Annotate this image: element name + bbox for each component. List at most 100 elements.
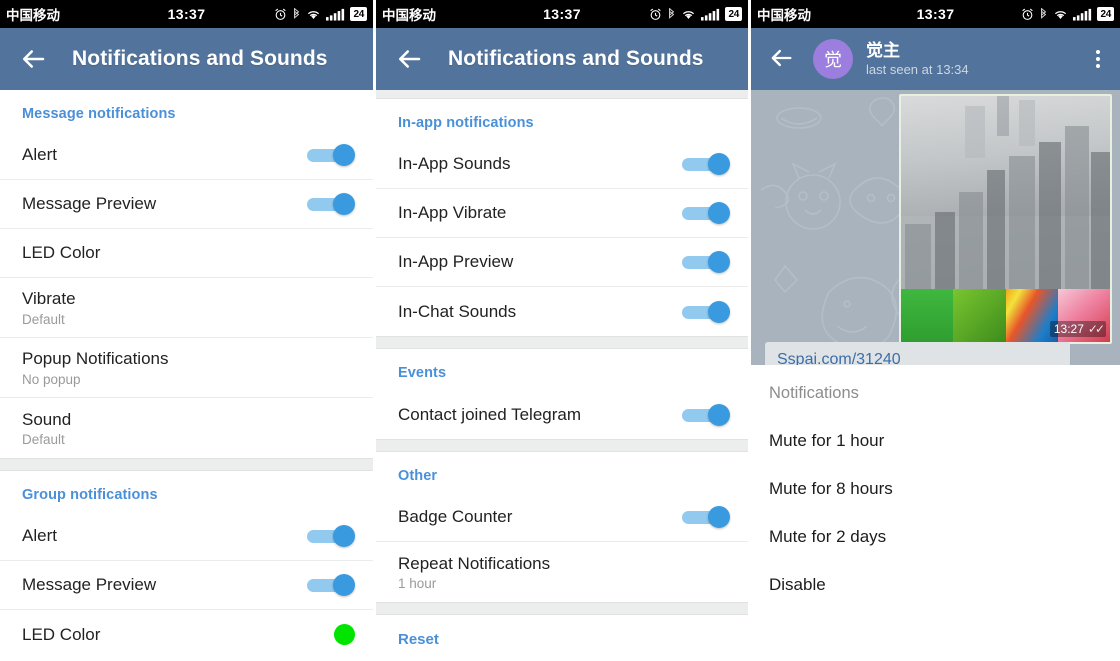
city-photo[interactable] — [901, 96, 1110, 289]
thumbnail-1[interactable] — [901, 289, 954, 342]
screen-chat-with-notification-sheet: 中国移动 13:37 24 觉 觉主 last seen at 13:34 13… — [751, 0, 1120, 661]
section-header-group-notifications: Group notifications — [22, 487, 158, 503]
section-divider — [376, 602, 748, 615]
message-time-badge: 13:27 ✓✓ — [1049, 321, 1106, 337]
row-message-preview[interactable]: Message Preview — [0, 180, 373, 229]
status-bar: 中国移动 13:37 24 — [0, 0, 373, 28]
toggle-group-alert[interactable] — [307, 525, 355, 547]
row-badge-counter[interactable]: Badge Counter — [376, 493, 748, 542]
led-color-swatch[interactable] — [334, 624, 355, 645]
photo-message-bubble[interactable]: 13:27 ✓✓ — [899, 94, 1112, 344]
row-title: Sound — [22, 409, 72, 429]
screen-notifications-settings-bottom: 中国移动 13:37 24 Notifications and Sounds I… — [376, 0, 748, 661]
battery-icon: 24 — [1097, 7, 1114, 21]
bluetooth-icon — [292, 7, 301, 21]
contact-name: 觉主 — [866, 40, 900, 60]
reset-button[interactable]: Reset — [376, 615, 748, 648]
toggle-badge-counter[interactable] — [682, 506, 730, 528]
row-in-app-preview[interactable]: In-App Preview — [376, 238, 748, 287]
row-in-chat-sounds[interactable]: In-Chat Sounds — [376, 287, 748, 336]
row-title: In-App Sounds — [398, 154, 511, 174]
page-title: Notifications and Sounds — [72, 47, 328, 70]
toggle-message-preview[interactable] — [307, 193, 355, 215]
section-header-message-notifications: Message notifications — [22, 106, 176, 122]
back-arrow-icon[interactable] — [394, 44, 424, 74]
row-title: Alert — [22, 526, 57, 546]
row-contact-joined-telegram[interactable]: Contact joined Telegram — [376, 390, 748, 439]
toggle-alert[interactable] — [307, 144, 355, 166]
row-title: LED Color — [22, 243, 101, 263]
row-group-message-preview[interactable]: Message Preview — [0, 561, 373, 610]
back-arrow-icon[interactable] — [18, 44, 48, 74]
section-header-other: Other — [398, 468, 438, 484]
sheet-item-mute-2-days[interactable]: Mute for 2 days — [769, 499, 1102, 547]
sheet-title: Notifications — [769, 384, 859, 402]
alarm-icon — [274, 8, 287, 21]
row-led-color[interactable]: LED Color — [0, 229, 373, 278]
photo-thumbnail-strip[interactable]: 13:27 ✓✓ — [901, 289, 1110, 342]
row-in-app-vibrate[interactable]: In-App Vibrate — [376, 189, 748, 238]
section-header-events: Events — [398, 365, 447, 381]
row-in-app-sounds[interactable]: In-App Sounds — [376, 140, 748, 189]
avatar[interactable]: 觉 — [813, 39, 853, 79]
bluetooth-icon — [1039, 7, 1048, 21]
signal-icon — [1073, 8, 1092, 21]
row-alert[interactable]: Alert — [0, 131, 373, 180]
row-title: Badge Counter — [398, 507, 513, 527]
sheet-item-mute-1-hour[interactable]: Mute for 1 hour — [769, 403, 1102, 451]
app-bar: Notifications and Sounds — [376, 28, 748, 90]
status-icons: 24 — [274, 7, 367, 21]
row-repeat-notifications[interactable]: Repeat Notifications 1 hour — [376, 542, 748, 602]
sheet-item-mute-8-hours[interactable]: Mute for 8 hours — [769, 451, 1102, 499]
sheet-item-disable[interactable]: Disable — [769, 547, 1102, 595]
chat-header-info[interactable]: 觉主 last seen at 13:34 — [866, 41, 1090, 78]
toggle-in-app-sounds[interactable] — [682, 153, 730, 175]
row-popup-notifications[interactable]: Popup Notifications No popup — [0, 338, 373, 398]
status-icons: 24 — [1021, 7, 1114, 21]
notifications-bottom-sheet: Notifications Mute for 1 hour Mute for 8… — [751, 365, 1120, 627]
settings-list: In-app notifications In-App Sounds In-Ap… — [376, 90, 748, 648]
row-subtitle: No popup — [22, 371, 81, 387]
row-group-alert[interactable]: Alert — [0, 512, 373, 561]
read-receipt-icon: ✓✓ — [1087, 322, 1105, 336]
row-title: Message Preview — [22, 575, 157, 595]
toggle-group-message-preview[interactable] — [307, 574, 355, 596]
wifi-icon — [306, 8, 321, 21]
toggle-in-chat-sounds[interactable] — [682, 300, 730, 323]
alarm-icon — [1021, 8, 1034, 21]
message-time: 13:27 — [1053, 322, 1084, 336]
back-arrow-icon[interactable] — [767, 44, 797, 74]
contact-status: last seen at 13:34 — [866, 62, 969, 78]
toggle-in-app-vibrate[interactable] — [682, 202, 730, 224]
chat-screen: 觉 觉主 last seen at 13:34 13:27 ✓✓ Sspai.c… — [751, 28, 1120, 627]
row-subtitle: 1 hour — [398, 576, 437, 592]
row-title: Message Preview — [22, 194, 157, 214]
section-divider — [0, 458, 373, 471]
status-bar: 中国移动 13:37 24 — [376, 0, 748, 28]
battery-icon: 24 — [725, 7, 742, 21]
page-title: Notifications and Sounds — [448, 47, 704, 70]
status-icons: 24 — [649, 7, 742, 21]
row-title: Repeat Notifications — [398, 553, 551, 573]
screen-notifications-settings-top: 中国移动 13:37 24 Notifications and Sounds M… — [0, 0, 373, 661]
toggle-in-app-preview[interactable] — [682, 251, 730, 273]
section-divider — [376, 336, 748, 349]
signal-icon — [326, 8, 345, 21]
overflow-menu-icon[interactable] — [1090, 44, 1106, 74]
row-vibrate[interactable]: Vibrate Default — [0, 278, 373, 338]
alarm-icon — [649, 8, 662, 21]
section-header-in-app-notifications: In-app notifications — [398, 115, 534, 131]
toggle-contact-joined-telegram[interactable] — [682, 403, 730, 426]
signal-icon — [701, 8, 720, 21]
row-title: Alert — [22, 145, 57, 165]
row-group-led-color[interactable]: LED Color — [0, 610, 373, 659]
row-title: In-App Preview — [398, 252, 514, 272]
row-sound[interactable]: Sound Default — [0, 398, 373, 458]
row-title: Vibrate — [22, 289, 76, 309]
thumbnail-2[interactable] — [953, 289, 1006, 342]
three-phone-screenshots: 中国移动 13:37 24 Notifications and Sounds M… — [0, 0, 1120, 661]
section-divider — [376, 439, 748, 452]
row-title: Popup Notifications — [22, 349, 169, 369]
top-divider — [376, 90, 748, 99]
row-title: Contact joined Telegram — [398, 404, 582, 424]
